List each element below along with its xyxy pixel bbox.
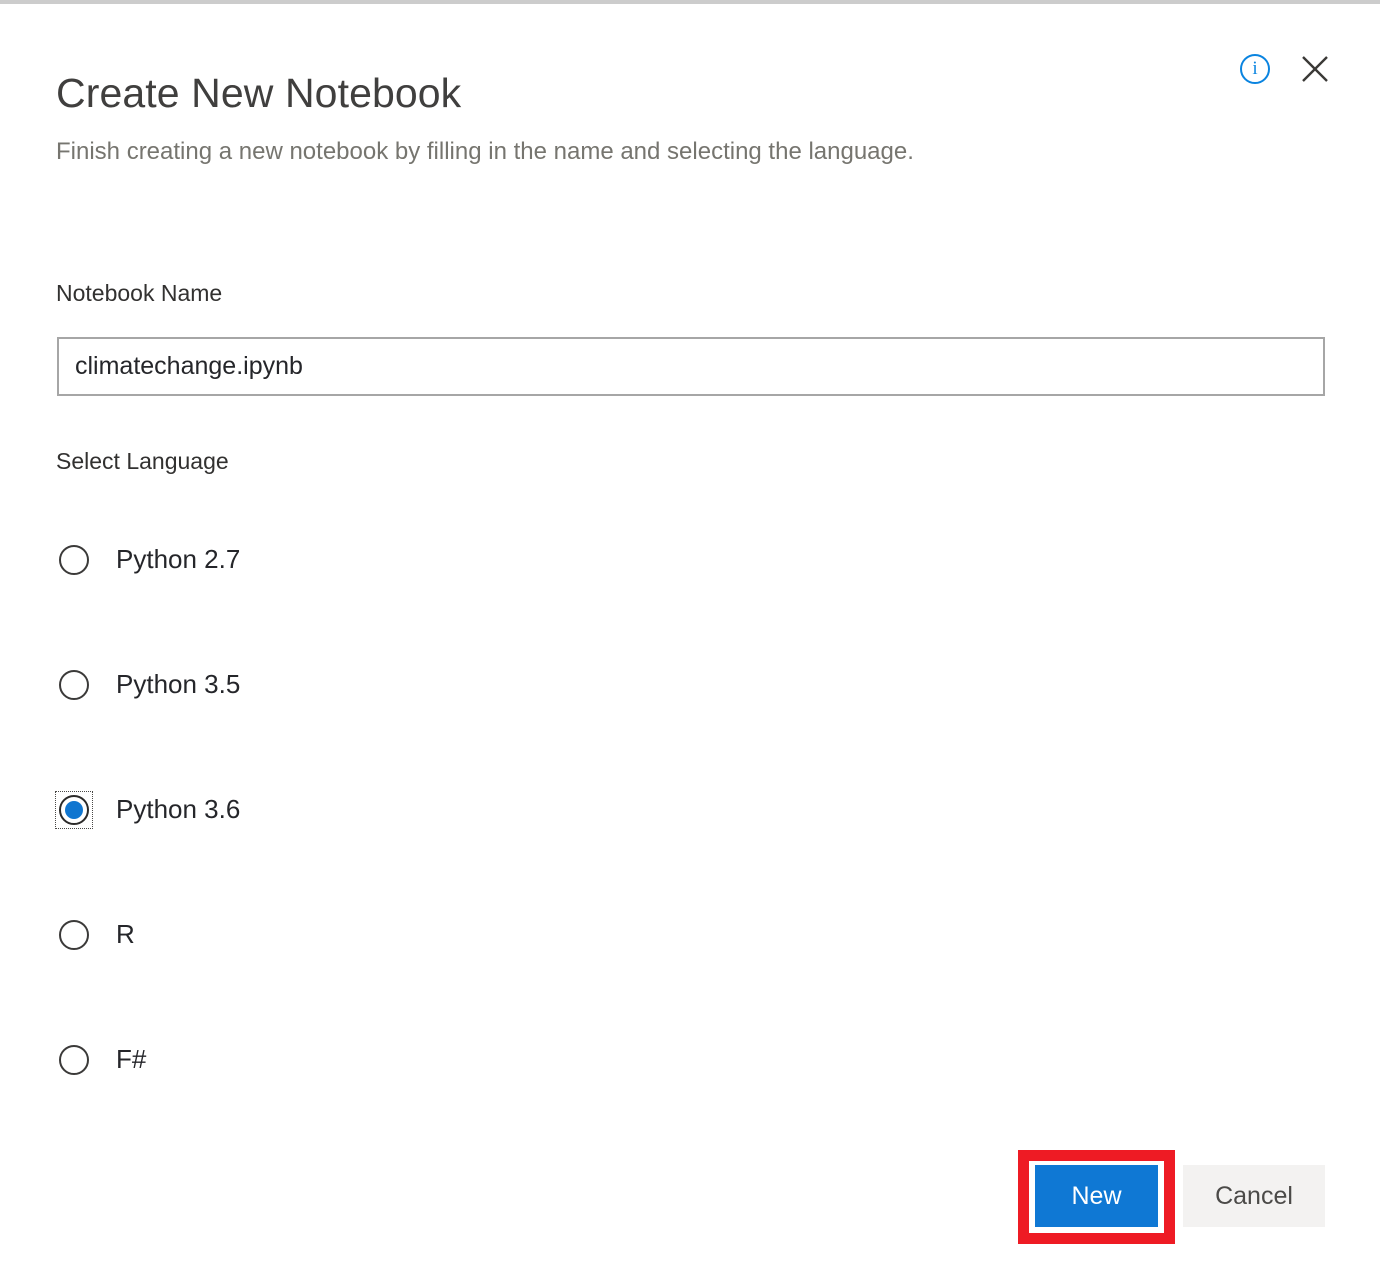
radio-label: Python 3.5 bbox=[116, 669, 241, 699]
language-radio-group: Python 2.7 Python 3.5 Python 3.6 R F# bbox=[55, 536, 657, 1161]
top-divider bbox=[0, 0, 1380, 4]
radio-label: Python 2.7 bbox=[116, 544, 241, 574]
notebook-name-input[interactable] bbox=[57, 337, 1325, 396]
radio-label: R bbox=[116, 919, 135, 949]
create-new-notebook-dialog: i Create New Notebook Finish creating a … bbox=[0, 0, 1380, 1280]
radio-option-fsharp[interactable]: F# bbox=[57, 1036, 657, 1161]
close-icon[interactable] bbox=[1298, 52, 1332, 86]
page-subtitle: Finish creating a new notebook by fillin… bbox=[56, 138, 914, 165]
radio-circle-icon bbox=[57, 668, 91, 702]
radio-option-r[interactable]: R bbox=[57, 911, 657, 1036]
radio-circle-icon bbox=[57, 918, 91, 952]
dialog-header-actions: i bbox=[1240, 52, 1332, 86]
radio-circle-icon bbox=[57, 543, 91, 577]
cancel-button[interactable]: Cancel bbox=[1183, 1165, 1325, 1227]
radio-option-python-3-6[interactable]: Python 3.6 bbox=[55, 786, 657, 911]
info-icon[interactable]: i bbox=[1240, 54, 1270, 84]
radio-circle-icon bbox=[57, 1043, 91, 1077]
page-title: Create New Notebook bbox=[56, 70, 462, 116]
radio-option-python-3-5[interactable]: Python 3.5 bbox=[57, 661, 657, 786]
radio-selected-icon bbox=[55, 791, 93, 829]
notebook-name-label: Notebook Name bbox=[56, 280, 223, 306]
radio-label: F# bbox=[116, 1044, 147, 1074]
radio-label: Python 3.6 bbox=[116, 794, 241, 824]
info-icon-glyph: i bbox=[1252, 57, 1258, 79]
radio-option-python-2-7[interactable]: Python 2.7 bbox=[57, 536, 657, 661]
new-button[interactable]: New bbox=[1035, 1165, 1158, 1227]
select-language-label: Select Language bbox=[56, 448, 229, 474]
